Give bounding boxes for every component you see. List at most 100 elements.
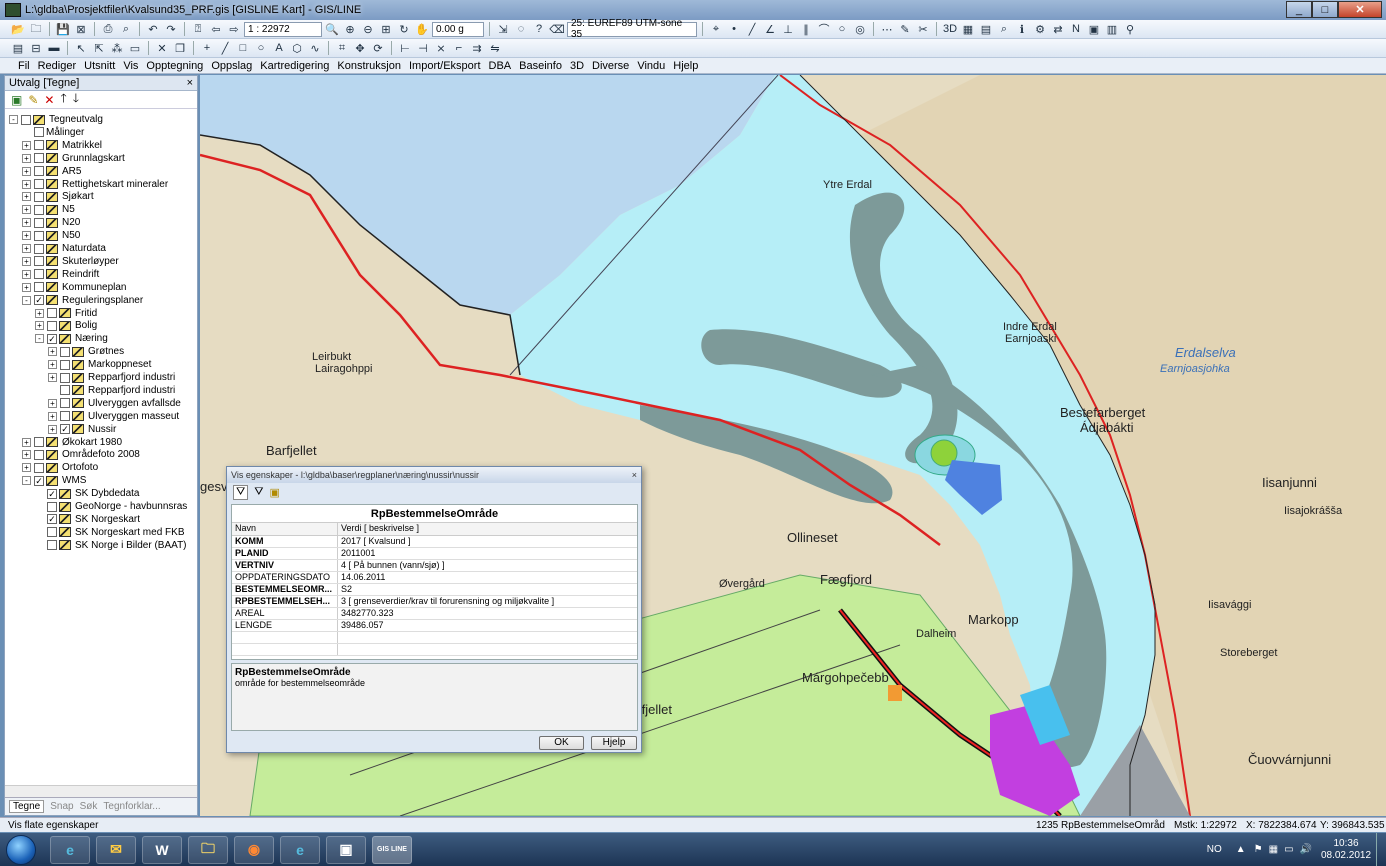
layers-icon[interactable]: ▦	[960, 22, 976, 37]
open-icon[interactable]: 📂	[10, 22, 26, 37]
outlook-icon[interactable]: ✉	[96, 835, 136, 864]
layer-checkbox[interactable]: ✓	[60, 424, 70, 435]
delete-layer-icon[interactable]: ✕	[44, 93, 54, 107]
back-icon[interactable]: ⇦	[208, 22, 224, 37]
layout-icon[interactable]: ▣	[1086, 22, 1102, 37]
layer-checkbox[interactable]	[60, 346, 70, 357]
settings-icon[interactable]: ⚙	[1032, 22, 1048, 37]
table-row[interactable]: KOMM 2017 [ Kvalsund ]	[232, 536, 637, 548]
forward-icon[interactable]: ⇨	[226, 22, 242, 37]
ie-icon[interactable]: e	[50, 835, 90, 864]
layer-checkbox[interactable]	[34, 191, 44, 202]
expand-toggle[interactable]: +	[22, 205, 31, 215]
layer-checkbox[interactable]: ✓	[47, 333, 57, 344]
tree-node[interactable]: + Repparfjord industri	[48, 371, 175, 384]
tree-node[interactable]: - ✓ Næring	[35, 332, 108, 345]
tree-node[interactable]: + Rettighetskart mineraler	[22, 178, 168, 191]
layer-checkbox[interactable]	[34, 449, 44, 460]
tree-node[interactable]: ✓ SK Norgeskart	[35, 513, 140, 526]
filter-icon[interactable]: ⛛	[233, 484, 249, 500]
word-icon[interactable]: W	[142, 835, 182, 864]
ie2-icon[interactable]: e	[280, 835, 320, 864]
tree-node[interactable]: + N5	[22, 203, 75, 216]
mirror-icon[interactable]: ⇋	[487, 41, 503, 56]
tree-node[interactable]: + Områdefoto 2008	[22, 448, 140, 461]
layer-checkbox[interactable]	[60, 398, 70, 409]
tree-horizontal-scrollbar[interactable]	[5, 785, 197, 797]
lasso-icon[interactable]: ◌	[513, 22, 529, 37]
tree-node[interactable]: Repparfjord industri	[48, 384, 175, 397]
start-button[interactable]	[6, 834, 36, 865]
move-up-icon[interactable]: 🡑	[60, 89, 66, 110]
pin-icon[interactable]: ⚲	[1122, 22, 1138, 37]
tree-node[interactable]: ✓ SK Dybdedata	[35, 487, 140, 500]
expand-toggle[interactable]: -	[22, 476, 31, 486]
pointer-icon[interactable]: ↖	[73, 41, 89, 56]
expand-toggle[interactable]: +	[22, 282, 31, 292]
point-icon[interactable]: •	[726, 22, 742, 37]
menu-hjelp[interactable]: Hjelp	[673, 60, 698, 72]
print-icon[interactable]: ⎙	[100, 22, 116, 37]
tree-node[interactable]: + ✓ Nussir	[48, 423, 116, 436]
panel-close-button[interactable]: ×	[187, 77, 193, 89]
select-edit-icon[interactable]: ⇱	[91, 41, 107, 56]
expand-toggle[interactable]: +	[22, 437, 31, 447]
intersect-icon[interactable]: ⨯	[433, 41, 449, 56]
edit-node-icon[interactable]: ✎	[897, 22, 913, 37]
expand-toggle[interactable]: +	[22, 166, 31, 176]
draw-line-icon[interactable]: ╱	[217, 41, 233, 56]
target-icon[interactable]: ◎	[852, 22, 868, 37]
layer-checkbox[interactable]	[34, 230, 44, 241]
folder-icon[interactable]: 🗀	[28, 22, 44, 37]
threed-icon[interactable]: 3D	[942, 22, 958, 37]
expand-toggle[interactable]: +	[22, 244, 31, 253]
tree-node[interactable]: + Ulveryggen masseut	[48, 410, 179, 423]
menu-opptegning[interactable]: Opptegning	[146, 60, 203, 72]
arc-icon[interactable]: ⌒	[816, 22, 832, 37]
measure-icon[interactable]: ⌖	[708, 22, 724, 37]
save-icon[interactable]: 💾	[55, 22, 71, 37]
layer-checkbox[interactable]	[34, 179, 44, 189]
layer-checkbox[interactable]	[34, 437, 44, 447]
layer-checkbox[interactable]	[34, 217, 44, 228]
network-icon[interactable]: ▦	[1269, 844, 1278, 855]
expand-toggle[interactable]: +	[22, 463, 31, 473]
expand-toggle[interactable]: +	[48, 398, 57, 408]
undo-icon[interactable]: ↶	[145, 22, 161, 37]
split-icon[interactable]: ✂	[915, 22, 931, 37]
expand-toggle[interactable]: -	[9, 115, 18, 124]
edit-layer-icon[interactable]: ✎	[28, 93, 38, 107]
tree-node[interactable]: SK Norgeskart med FKB	[35, 526, 184, 539]
filter-options-icon[interactable]: ⛛	[254, 486, 263, 499]
expand-toggle[interactable]: +	[22, 269, 31, 279]
expand-toggle[interactable]: +	[48, 360, 57, 370]
layer-checkbox[interactable]	[34, 204, 44, 215]
menu-fil[interactable]: Fil	[18, 60, 30, 72]
tree-node[interactable]: Målinger	[22, 126, 84, 139]
help-button[interactable]: Hjelp	[591, 736, 637, 750]
refresh-icon[interactable]: ↻	[396, 22, 412, 37]
explorer-icon[interactable]: 🗀	[188, 835, 228, 864]
menu-diverse[interactable]: Diverse	[592, 60, 629, 72]
table-row[interactable]: VERTNIV 4 [ På bunnen (vann/sjø) ]	[232, 560, 637, 572]
tree-node[interactable]: + Markoppneset	[48, 358, 151, 371]
extent-icon[interactable]: ⊞	[378, 22, 394, 37]
expand-toggle[interactable]: -	[35, 334, 44, 344]
tray-arrow-icon[interactable]: ▲	[1236, 844, 1246, 855]
expand-toggle[interactable]: +	[22, 179, 31, 189]
maximize-button[interactable]: □	[1312, 1, 1338, 18]
expand-toggle[interactable]: -	[22, 295, 31, 305]
layer-checkbox[interactable]: ✓	[47, 488, 57, 499]
zoom-out-icon[interactable]: ⊖	[360, 22, 376, 37]
sync-icon[interactable]: ⇄	[1050, 22, 1066, 37]
tree-node[interactable]: + Skuterløyper	[22, 255, 119, 268]
expand-toggle[interactable]: +	[35, 308, 44, 318]
layer-checkbox[interactable]	[34, 269, 44, 280]
grid-icon[interactable]: ▤	[978, 22, 994, 37]
select-icon[interactable]: ⇲	[495, 22, 511, 37]
flag-icon[interactable]: ⚑	[1254, 844, 1263, 855]
layer-checkbox[interactable]	[47, 527, 57, 538]
expand-toggle[interactable]: +	[22, 140, 31, 150]
tree-node[interactable]: + Grunnlagskart	[22, 152, 125, 165]
tree-node[interactable]: + Økokart 1980	[22, 436, 122, 449]
